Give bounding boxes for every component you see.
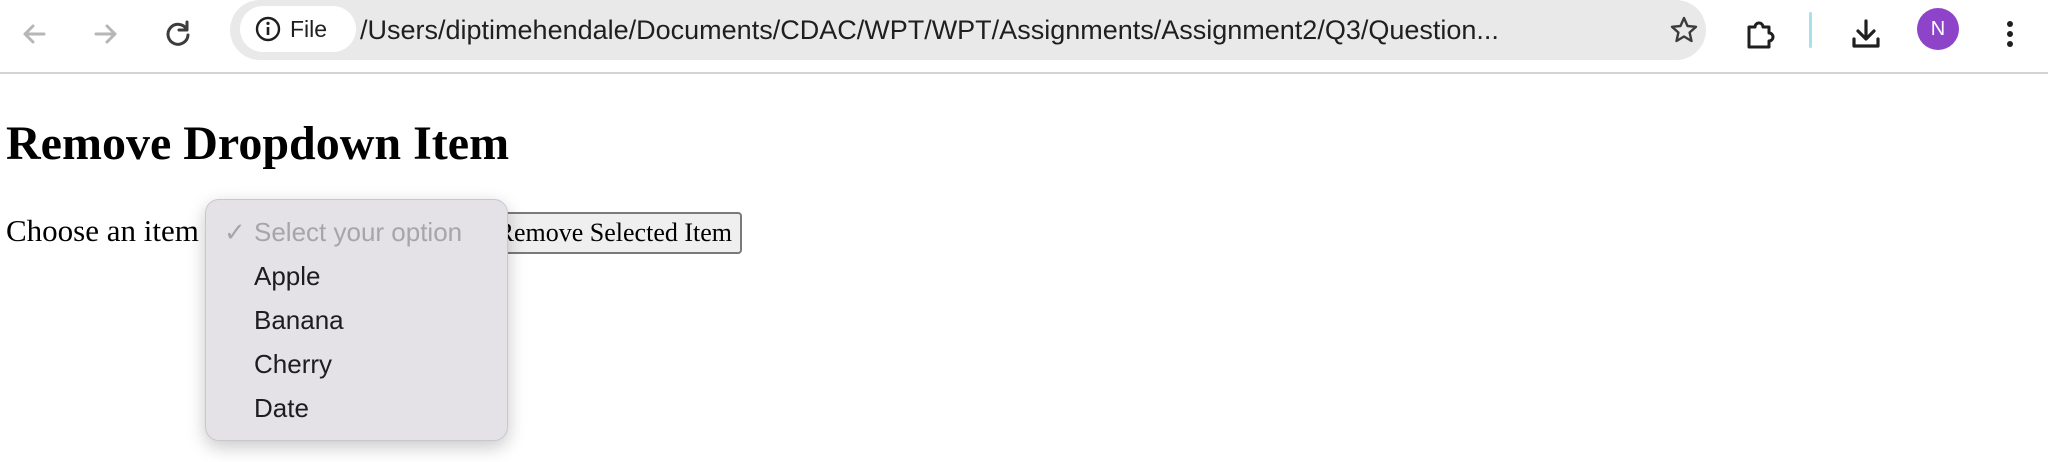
choose-item-label: Choose an item [6, 213, 199, 248]
back-button[interactable] [8, 8, 60, 60]
remove-selected-item-button[interactable]: Remove Selected Item [474, 212, 742, 254]
downloads-button[interactable] [1840, 8, 1892, 60]
forward-button[interactable] [80, 8, 132, 60]
star-icon [1670, 16, 1698, 43]
extensions-button[interactable] [1734, 8, 1786, 60]
download-icon [1852, 19, 1880, 48]
dropdown-option-cherry[interactable]: Cherry [206, 342, 507, 386]
info-icon [255, 16, 281, 42]
bookmark-button[interactable] [1658, 4, 1710, 56]
address-bar[interactable]: File /Users/diptimehendale/Documents/CDA… [230, 0, 1706, 60]
site-info-label: File [290, 15, 328, 42]
dropdown-option-date[interactable]: Date [206, 386, 507, 430]
puzzle-icon [1747, 21, 1775, 49]
dropdown-option-apple[interactable]: Apple [206, 254, 507, 298]
toolbar-divider [1809, 12, 1812, 48]
checkmark-icon: ✓ [224, 217, 246, 247]
profile-avatar[interactable]: N [1917, 8, 1959, 50]
dropdown-option-placeholder[interactable]: ✓ Select your option [206, 210, 507, 254]
arrow-left-icon [23, 24, 46, 44]
menu-button[interactable] [1984, 8, 2036, 60]
page-title: Remove Dropdown Item [6, 117, 510, 170]
site-info-chip[interactable]: File [240, 6, 356, 52]
url-text[interactable]: /Users/diptimehendale/Documents/CDAC/WPT… [360, 0, 1840, 60]
browser-toolbar: File /Users/diptimehendale/Documents/CDA… [0, 0, 2048, 74]
dropdown-option-banana[interactable]: Banana [206, 298, 507, 342]
more-vertical-icon [2007, 21, 2013, 47]
arrow-right-icon [94, 24, 117, 44]
reload-icon [166, 20, 190, 46]
item-select-dropdown[interactable]: ✓ Select your option Apple Banana Cherry… [205, 199, 508, 441]
reload-button[interactable] [152, 8, 204, 60]
